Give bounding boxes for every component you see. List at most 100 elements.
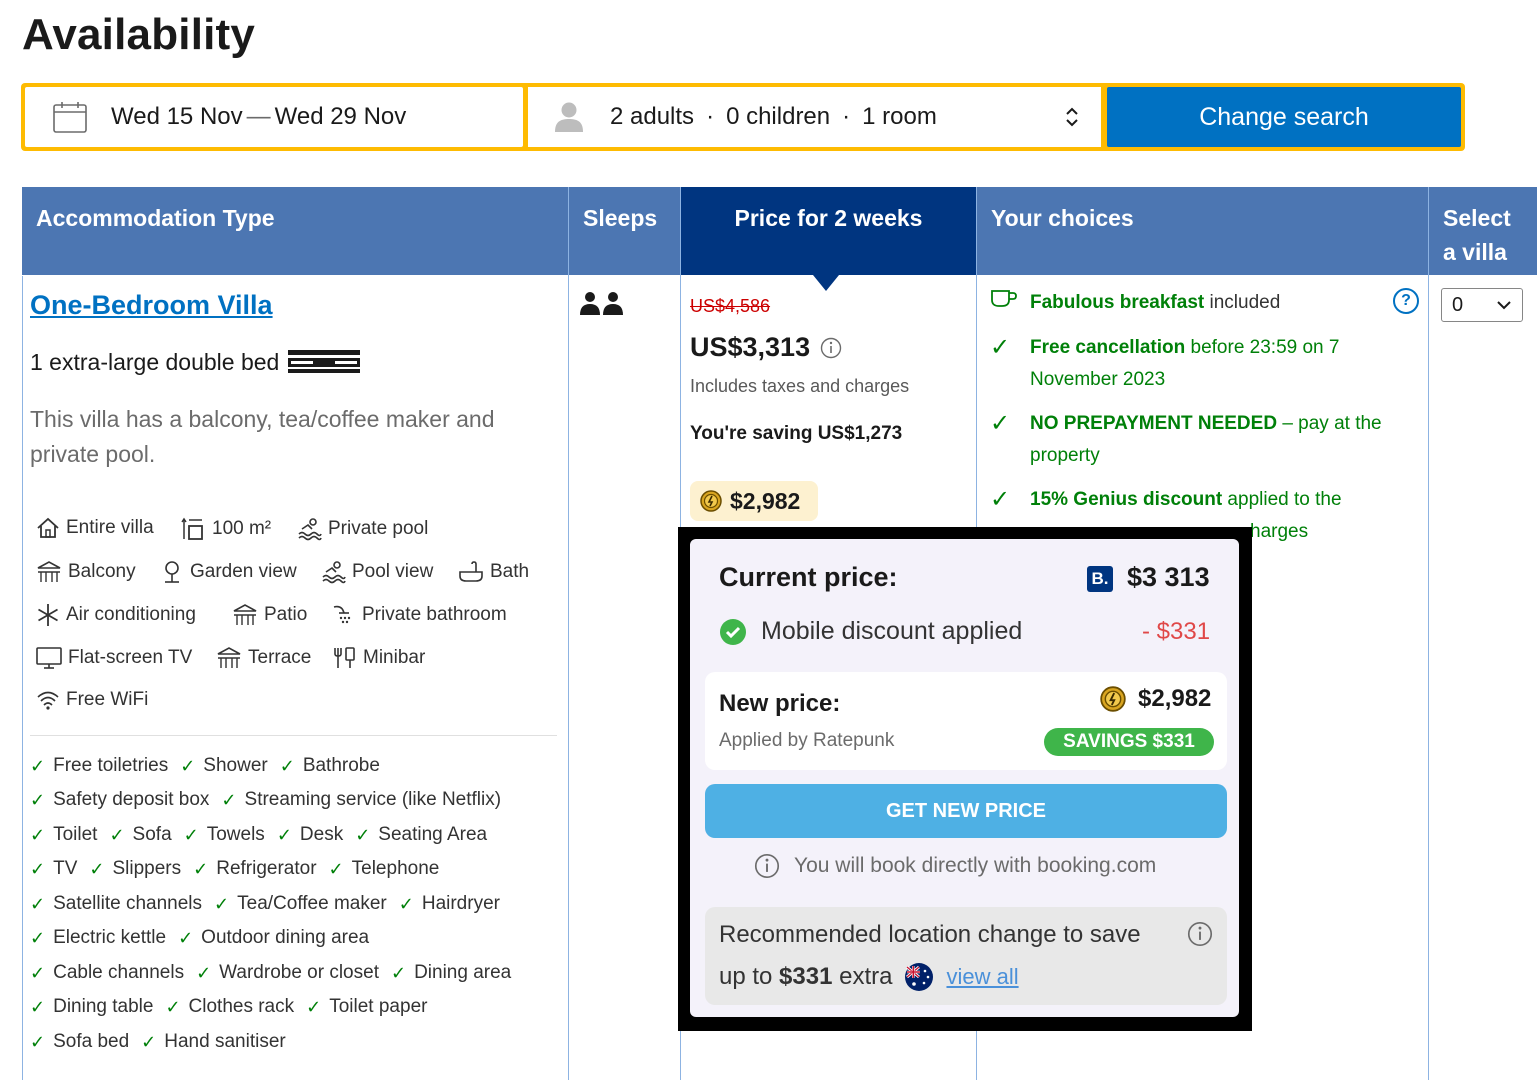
view-all-link[interactable]: view all <box>946 964 1018 990</box>
check-icon: ✓ <box>109 824 125 845</box>
check-icon: ✓ <box>279 755 295 776</box>
ratepunk-price-badge[interactable]: $2,982 <box>690 481 818 521</box>
adults-count: 2 adults <box>610 103 695 130</box>
question-icon[interactable]: ? <box>1393 288 1419 314</box>
facility-label: Bath <box>490 561 530 582</box>
facility-label: Pool view <box>352 561 434 582</box>
choice-breakfast: Fabulous breakfast included <box>990 287 1410 320</box>
new-price-value: $2,982 <box>1138 685 1212 712</box>
facility-label: Private bathroom <box>362 604 507 625</box>
amenity-item: ✓ Shower <box>180 755 268 776</box>
date-picker[interactable]: Wed 15 Nov — Wed 29 Nov <box>25 87 523 147</box>
check-circle-icon <box>719 618 747 646</box>
popup-book-note: You will book directly with booking.com <box>754 853 1156 879</box>
check-icon: ✓ <box>390 962 407 983</box>
facility-label: Terrace <box>248 647 312 668</box>
wifi-icon <box>37 691 59 710</box>
calendar-icon <box>53 101 87 133</box>
amenity-row: ✓ Free toiletries ✓ Shower ✓ Bathrobe <box>30 755 392 777</box>
guests-selector[interactable]: 2 adults · 0 children · 1 room <box>528 87 1101 147</box>
popup-new-value: $2,982 <box>1100 685 1211 713</box>
header-accommodation-type: Accommodation Type <box>22 187 568 275</box>
amenity-row: ✓ Toilet ✓ Sofa ✓ Towels ✓ Desk ✓ Seating Are… <box>30 824 499 846</box>
check-icon: ✓ <box>30 858 46 879</box>
choice-genius-overflow-text: harges <box>1250 521 1309 542</box>
cutlery-icon <box>334 647 355 668</box>
updown-chevron-icon <box>1065 105 1079 129</box>
header-select-line2: a villa <box>1443 239 1507 265</box>
ratepunk-coin-icon <box>1100 686 1126 712</box>
popup-current-value: $3 313 <box>1127 562 1210 592</box>
saving-amount: You're saving US$1,273 <box>690 423 903 444</box>
facility-label: Free WiFi <box>66 689 149 710</box>
column-divider <box>568 187 569 1080</box>
room-description: This villa has a balcony, tea/coffee mak… <box>30 406 495 467</box>
check-icon: ✓ <box>355 824 371 845</box>
facility-flat-screen-tv: Flat-screen TV <box>36 646 192 670</box>
change-search-button[interactable]: Change search <box>1107 87 1461 147</box>
amenity-row: ✓ Satellite channels ✓ Tea/Coffee maker ✓ H… <box>30 893 512 915</box>
info-icon[interactable] <box>1187 921 1213 952</box>
terrace-icon <box>217 647 241 668</box>
check-icon: ✓ <box>990 334 1011 361</box>
check-icon: ✓ <box>196 962 212 983</box>
amenity-item: ✓ Sofa bed <box>30 1031 130 1052</box>
amenity-row: ✓ TV ✓ Slippers ✓ Refrigerator ✓ Telephone <box>30 858 451 880</box>
popup-current-label: Current price: <box>719 562 898 592</box>
column-divider <box>1428 187 1429 1080</box>
date-to: Wed 29 Nov <box>274 103 407 130</box>
check-icon: ✓ <box>141 1031 157 1052</box>
rec-prefix: up to <box>719 963 780 990</box>
rec-amount: $331 <box>779 963 833 990</box>
check-icon: ✓ <box>990 410 1011 437</box>
header-price: Price for 2 weeks <box>681 187 976 275</box>
facility-pool-view: Pool view <box>322 560 433 584</box>
check-icon: ✓ <box>30 927 46 948</box>
amenity-row: ✓ Sofa bed ✓ Hand sanitiser <box>30 1031 298 1053</box>
divider <box>30 735 557 736</box>
check-icon: ✓ <box>165 996 181 1017</box>
person-icon <box>554 101 584 133</box>
dot-separator: · <box>706 103 715 130</box>
rec-suffix: extra <box>832 963 893 990</box>
header-select-line1: Select <box>1443 205 1511 231</box>
amenity-item: ✓ Bathrobe <box>279 755 380 776</box>
two-persons-icon <box>580 292 624 321</box>
book-note-text: You will book directly with booking.com <box>794 854 1157 877</box>
children-count: 0 children <box>726 103 831 130</box>
snowflake-icon <box>38 604 58 626</box>
check-icon: ✓ <box>306 996 322 1017</box>
facility-label: Garden view <box>190 561 297 582</box>
check-icon: ✓ <box>30 755 46 776</box>
amenity-row: ✓ Dining table ✓ Clothes rack ✓ Toilet pape… <box>30 996 439 1018</box>
amenity-item: ✓ Hand sanitiser <box>141 1031 286 1052</box>
villa-quantity-select[interactable]: 0 <box>1441 288 1523 322</box>
check-icon: ✓ <box>193 858 209 879</box>
bath-icon <box>459 561 483 582</box>
choice-free-cancellation: ✓ Free cancellation before 23:59 on 7 No… <box>990 332 1410 396</box>
check-icon: ✓ <box>276 824 292 845</box>
amenity-row: ✓ Electric kettle ✓ Outdoor dining area <box>30 927 381 949</box>
facility-minibar: Minibar <box>333 646 425 670</box>
tv-icon <box>36 647 62 669</box>
header-select-villa: Select a villa <box>1429 187 1537 275</box>
amenity-item: ✓ Telephone <box>328 858 440 879</box>
info-icon[interactable] <box>820 337 842 359</box>
facility-label: Patio <box>264 604 308 625</box>
amenity-item: ✓ Dining table <box>30 996 154 1017</box>
facility-private-bathroom: Private bathroom <box>330 603 507 627</box>
search-bar: Wed 15 Nov — Wed 29 Nov 2 adults · 0 chi… <box>21 83 1465 151</box>
check-icon: ✓ <box>214 893 230 914</box>
check-icon: ✓ <box>30 893 46 914</box>
facility-bath: Bath <box>458 560 529 584</box>
amenity-item: ✓ Electric kettle <box>30 927 167 948</box>
bed-icon <box>287 348 361 376</box>
facility-label: Flat-screen TV <box>68 647 193 668</box>
amenity-item: ✓ Toilet <box>30 824 98 845</box>
check-icon: ✓ <box>398 893 414 914</box>
header-sleeps: Sleeps <box>569 187 680 275</box>
facility-air-conditioning: Air conditioning <box>36 603 196 627</box>
amenity-item: ✓ Seating Area <box>355 824 488 845</box>
room-name-link[interactable]: One-Bedroom Villa <box>30 290 273 321</box>
get-new-price-button[interactable]: GET NEW PRICE <box>705 784 1227 838</box>
